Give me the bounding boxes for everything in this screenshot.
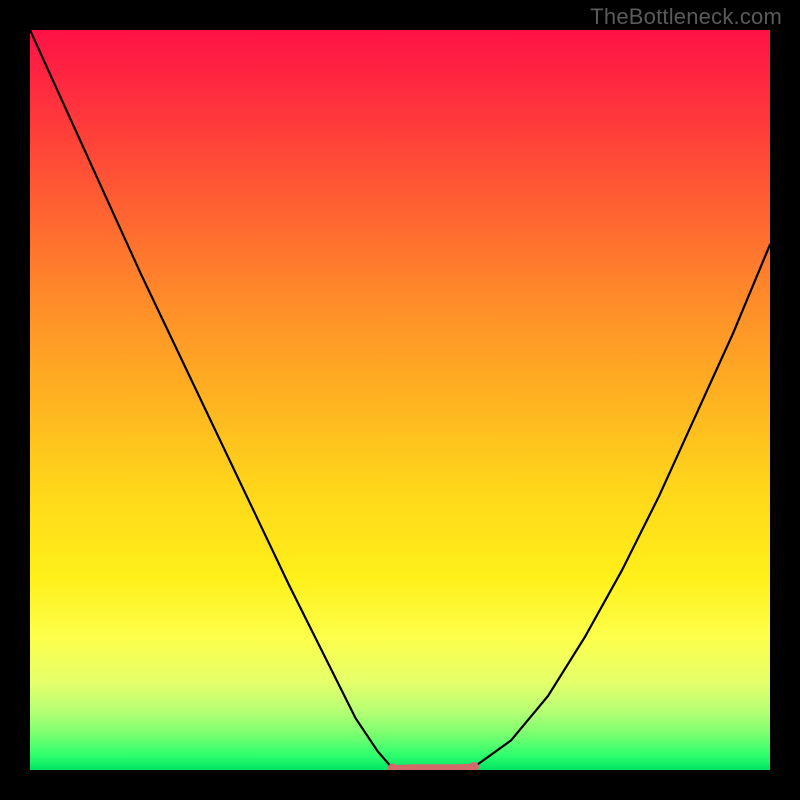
watermark-text: TheBottleneck.com <box>590 4 782 30</box>
plot-area <box>30 30 770 770</box>
chart-frame: TheBottleneck.com <box>0 0 800 800</box>
curve-layer <box>30 30 770 770</box>
curve-left-branch <box>30 30 393 769</box>
curve-right-branch <box>474 245 770 767</box>
curve-flat-bottom <box>393 767 474 769</box>
